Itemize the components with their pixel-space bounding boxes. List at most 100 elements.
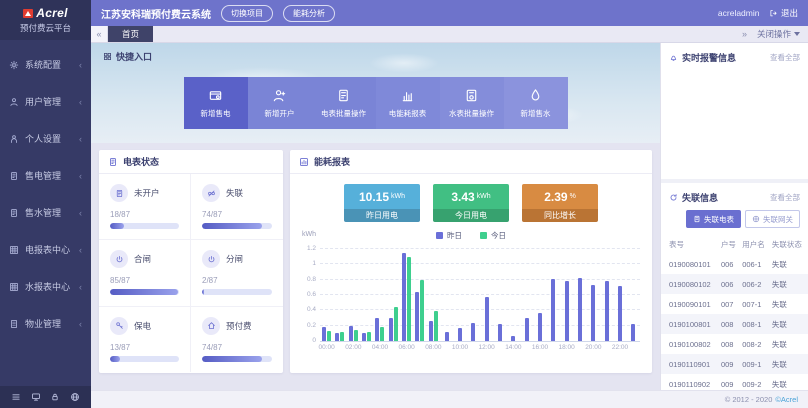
bar-group <box>480 250 493 341</box>
x-tick-label: 20:00 <box>585 344 601 351</box>
bar-group <box>467 250 480 341</box>
offline-gateway-button[interactable]: 失联网关 <box>745 210 800 228</box>
sidebar-item[interactable]: 电报表中心‹ <box>0 231 91 268</box>
x-tick-label: 16:00 <box>532 344 548 351</box>
person-icon <box>9 134 19 144</box>
copyright-text: © 2012 - 2020 <box>725 395 773 404</box>
sidebar-item[interactable]: 系统配置‹ <box>0 46 91 83</box>
chart-bar <box>538 313 542 341</box>
home-icon-badge <box>202 317 220 335</box>
bar-group <box>453 250 466 341</box>
monitor-icon <box>31 392 41 402</box>
energy-stat-card: 2.39%同比增长 <box>522 184 598 222</box>
close-operations-dropdown[interactable]: 关闭操作 <box>757 26 800 42</box>
sidebar-item[interactable]: 用户管理‹ <box>0 83 91 120</box>
column-header: 用户名 <box>740 235 770 254</box>
progress-bar <box>110 289 179 295</box>
link-off-icon-badge <box>202 184 220 202</box>
sidebar-item[interactable]: 个人设置‹ <box>0 120 91 157</box>
menu-button[interactable] <box>11 392 21 402</box>
quick-button[interactable]: 新增售水 <box>504 77 568 129</box>
sidebar-statusbar <box>0 386 91 408</box>
chart-bar <box>349 326 353 341</box>
table-cell: 0190100802 <box>661 334 719 354</box>
x-tick-label: 04:00 <box>372 344 388 351</box>
tabs-scroll-left-button[interactable]: « <box>91 26 108 42</box>
chart-bar <box>389 318 393 341</box>
x-tick-label: 08:00 <box>425 344 441 351</box>
logout-button[interactable]: 退出 <box>769 7 798 19</box>
tabs-scroll-right-button[interactable]: » <box>742 26 747 42</box>
alarm-view-all-link[interactable]: 查看全部 <box>770 52 800 63</box>
main-content: 快捷入口 新增售电新增开户电表批量操作电能耗报表水表批量操作新增售水 电表状态 … <box>91 43 660 390</box>
table-row: 0190100801008008-1失联 <box>661 314 808 334</box>
bar-group <box>600 250 613 341</box>
table-icon <box>9 282 19 292</box>
chart-bar <box>322 327 326 341</box>
table-cell: 008 <box>719 334 740 354</box>
meter-status-item: 失联74/87 <box>191 174 283 240</box>
quick-button[interactable]: 电能耗报表 <box>376 77 440 129</box>
sidebar-item[interactable]: 售水管理‹ <box>0 194 91 231</box>
top-header-bar: 江苏安科瑞预付费云系统 切换项目 能耗分析 acreladmin 退出 <box>91 0 808 26</box>
table-cell: 008-2 <box>740 334 770 354</box>
chevron-left-icon: ‹ <box>79 171 82 181</box>
chart-bar <box>362 333 366 341</box>
offline-gateway-label: 失联网关 <box>763 214 793 225</box>
bar-group <box>613 250 626 341</box>
energy-stat-card: 10.15kWh昨日用电 <box>344 184 420 222</box>
table-cell: 0190080101 <box>661 254 719 274</box>
bar-group <box>360 250 373 341</box>
meter-status-card: 电表状态 未开户18/87失联74/87合闸85/87分闸2/87保电13/87… <box>99 150 283 373</box>
chart-bar <box>354 330 358 341</box>
y-tick-label: 1 <box>300 260 316 267</box>
table-cell: 失联 <box>770 274 808 294</box>
sidebar-item[interactable]: 物业管理‹ <box>0 305 91 342</box>
table-cell: 009 <box>719 354 740 374</box>
grid-icon <box>103 52 112 61</box>
globe-button[interactable] <box>70 392 80 402</box>
table-cell: 006-1 <box>740 254 770 274</box>
chart-bar <box>458 328 462 341</box>
bell-icon <box>669 53 678 62</box>
offline-meter-button[interactable]: 失联电表 <box>686 210 741 228</box>
monitor-button[interactable] <box>31 392 41 402</box>
quick-entry-label: 快捷入口 <box>116 50 152 63</box>
bar-group <box>533 250 546 341</box>
table-cell: 007 <box>719 294 740 314</box>
footer-brand-link[interactable]: ©Acrel <box>775 395 798 404</box>
chart-bar <box>429 321 433 341</box>
status-label: 保电 <box>134 320 151 332</box>
offline-view-all-link[interactable]: 查看全部 <box>770 192 800 203</box>
quick-entry-section: 快捷入口 新增售电新增开户电表批量操作电能耗报表水表批量操作新增售水 <box>91 43 660 143</box>
meter-status-item: 分闸2/87 <box>191 240 283 306</box>
meter-icon <box>9 171 19 181</box>
sidebar-item[interactable]: 售电管理‹ <box>0 157 91 194</box>
x-tick-label: 02:00 <box>345 344 361 351</box>
energy-report-header: 能耗报表 <box>290 150 652 174</box>
progress-bar <box>202 356 272 362</box>
quick-button-label: 水表批量操作 <box>449 108 494 119</box>
y-tick-label: 1.2 <box>300 245 316 252</box>
bar-group <box>573 250 586 341</box>
chart-x-axis: 00:0002:0004:0006:0008:0010:0012:0014:00… <box>320 342 640 352</box>
quick-button[interactable]: 水表批量操作 <box>440 77 504 129</box>
quick-button[interactable]: 新增开户 <box>248 77 312 129</box>
x-tick-label: 00:00 <box>319 344 335 351</box>
device-icon <box>464 88 479 103</box>
quick-button[interactable]: 新增售电 <box>184 77 248 129</box>
meter-status-item: 未开户18/87 <box>99 174 191 240</box>
lock-button[interactable] <box>50 392 60 402</box>
bar-group <box>587 250 600 341</box>
app-title: 江苏安科瑞预付费云系统 <box>101 6 211 21</box>
drop-icon <box>528 88 543 103</box>
card-icon <box>208 88 223 103</box>
meter-status-item: 预付费74/87 <box>191 307 283 372</box>
x-tick-label: 22:00 <box>612 344 628 351</box>
energy-analysis-button[interactable]: 能耗分析 <box>283 5 335 22</box>
switch-project-button[interactable]: 切换项目 <box>221 5 273 22</box>
tab-home[interactable]: 首页 <box>108 26 153 42</box>
chart-bar <box>445 332 449 341</box>
sidebar-item[interactable]: 水报表中心‹ <box>0 268 91 305</box>
quick-button[interactable]: 电表批量操作 <box>312 77 376 129</box>
